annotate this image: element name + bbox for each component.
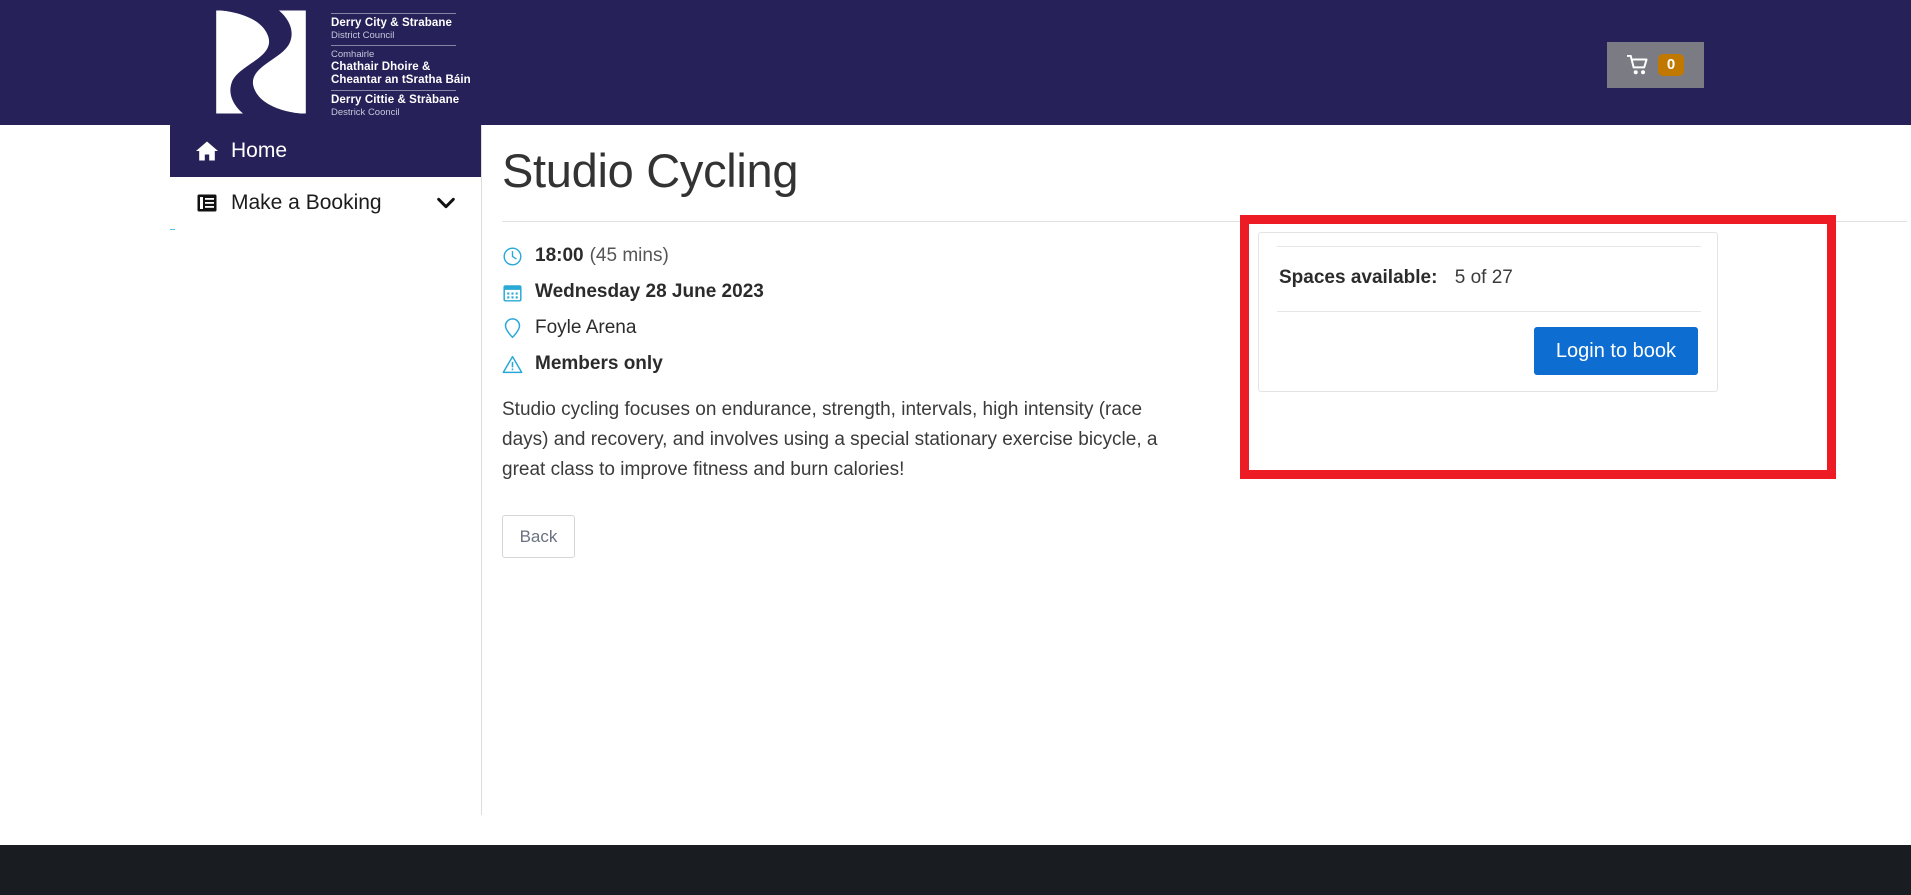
booking-card: Spaces available: 5 of 27 Login to book — [1258, 232, 1718, 392]
meta-time-value: 18:00 — [535, 245, 584, 266]
shopping-cart-icon — [1626, 55, 1648, 75]
login-to-book-button[interactable]: Login to book — [1533, 327, 1698, 375]
sidebar-item-make-a-booking[interactable]: Make a Booking — [170, 177, 481, 229]
spaces-available-label: Spaces available: — [1279, 267, 1438, 288]
meta-row-date: Wednesday 28 June 2023 — [502, 274, 764, 310]
meta-row-restriction: Members only — [502, 346, 764, 382]
meta-location-value: Foyle Arena — [535, 317, 637, 338]
back-button[interactable]: Back — [502, 515, 575, 558]
card-divider-middle — [1277, 311, 1701, 312]
page-root: Derry City & Strabane District Council C… — [0, 0, 1911, 895]
logo-line-7: Destrick Cooncil — [331, 106, 400, 118]
calendar-icon — [503, 284, 522, 302]
logo-line-5: Cheantar an tSratha Báin — [331, 73, 471, 86]
book-icon — [197, 194, 217, 212]
warning-triangle-icon — [502, 355, 523, 373]
home-icon — [196, 141, 218, 161]
map-pin-icon — [504, 317, 521, 338]
meta-date-value: Wednesday 28 June 2023 — [535, 281, 764, 302]
logo-divider-3 — [331, 89, 456, 91]
cart-button[interactable]: 0 — [1607, 42, 1704, 88]
site-header: Derry City & Strabane District Council C… — [0, 0, 1911, 125]
sidebar-item-home-label: Home — [231, 139, 288, 162]
meta-row-time: 18:00 (45 mins) — [502, 238, 764, 274]
card-divider-top — [1277, 246, 1701, 247]
site-footer — [0, 845, 1911, 895]
event-description: Studio cycling focuses on endurance, str… — [502, 399, 1158, 480]
meta-restriction-value: Members only — [535, 353, 663, 374]
page-title: Studio Cycling — [502, 144, 799, 197]
event-meta-list: 18:00 (45 mins) Wednesday 28 June 2023 F… — [502, 238, 764, 382]
spaces-available-row: Spaces available: 5 of 27 — [1279, 267, 1513, 289]
chevron-down-icon[interactable] — [435, 192, 457, 214]
spaces-available-value: 5 of 27 — [1454, 267, 1513, 288]
cart-count-badge: 0 — [1657, 54, 1685, 76]
logo-divider-2 — [331, 44, 456, 46]
sidebar-nav: Home Make a Booking — [170, 125, 482, 815]
logo-text-block: Derry City & Strabane District Council C… — [331, 6, 471, 119]
site-logo[interactable]: Derry City & Strabane District Council C… — [205, 3, 471, 121]
logo-line-6: Derry Cittie & Stràbane — [331, 93, 460, 106]
logo-line-2: District Council — [331, 29, 395, 41]
logo-line-4: Chathair Dhoire & — [331, 60, 431, 73]
logo-divider — [331, 12, 456, 14]
sidebar-item-make-a-booking-label: Make a Booking — [231, 191, 382, 214]
logo-line-1: Derry City & Strabane — [331, 16, 452, 29]
meta-row-location: Foyle Arena — [502, 310, 764, 346]
clock-icon — [503, 246, 522, 266]
logo-line-3: Comhairle — [331, 48, 375, 60]
sidebar-item-home[interactable]: Home — [170, 125, 481, 177]
meta-time-duration: (45 mins) — [589, 245, 669, 266]
derry-strabane-river-s-logo-icon — [216, 10, 306, 114]
